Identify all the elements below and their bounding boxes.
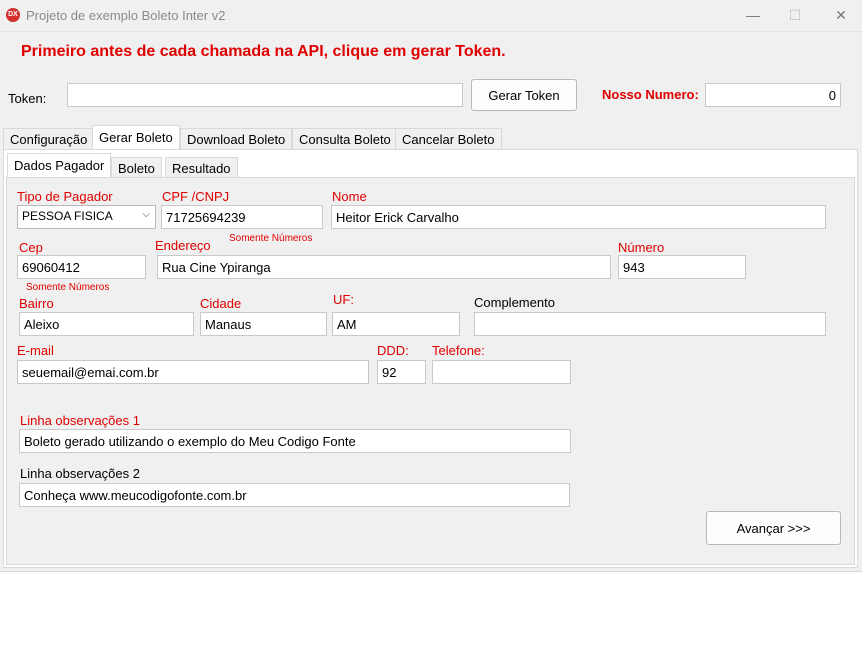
uf-input[interactable]	[332, 312, 460, 336]
cpf-cnpj-input[interactable]	[161, 205, 323, 229]
app-icon: DX	[6, 8, 20, 22]
tab-cancelar-boleto[interactable]: Cancelar Boleto	[395, 128, 502, 150]
tab-dados-pagador[interactable]: Dados Pagador	[7, 153, 112, 178]
instruction-text: Primeiro antes de cada chamada na API, c…	[21, 43, 506, 60]
endereco-input[interactable]	[157, 255, 611, 279]
tab-resultado[interactable]: Resultado	[165, 157, 238, 179]
obs1-input[interactable]	[19, 429, 571, 453]
cidade-label: Cidade	[200, 296, 242, 311]
uf-label: UF:	[333, 292, 354, 307]
cep-label: Cep	[19, 240, 43, 255]
complemento-label: Complemento	[474, 295, 555, 310]
obs1-label: Linha observações 1	[20, 413, 140, 428]
telefone-input[interactable]	[432, 360, 571, 384]
title-bar: DX Projeto de exemplo Boleto Inter v2 — …	[0, 0, 862, 32]
tab-configuracao[interactable]: Configuração	[3, 128, 95, 150]
tab-consulta-boleto[interactable]: Consulta Boleto	[292, 128, 398, 150]
token-input[interactable]	[67, 83, 463, 107]
tipo-pagador-select[interactable]: PESSOA FISICA ⌵	[17, 205, 156, 229]
tipo-pagador-value: PESSOA FISICA	[22, 209, 113, 223]
maximize-icon[interactable]: ☐	[780, 5, 810, 25]
email-label: E-mail	[17, 343, 54, 358]
close-icon[interactable]: ✕	[826, 5, 856, 25]
obs2-label: Linha observações 2	[20, 466, 140, 481]
gerar-token-button[interactable]: Gerar Token	[471, 79, 577, 111]
nosso-numero-input[interactable]	[705, 83, 841, 107]
nosso-numero-label: Nosso Numero:	[602, 87, 699, 102]
numero-label: Número	[618, 240, 665, 255]
complemento-input[interactable]	[474, 312, 826, 336]
avancar-button[interactable]: Avançar >>>	[706, 511, 841, 545]
status-area	[0, 571, 862, 645]
email-input[interactable]	[17, 360, 369, 384]
nome-label: Nome	[332, 189, 367, 204]
token-label: Token:	[8, 91, 47, 106]
numero-input[interactable]	[618, 255, 746, 279]
cep-hint: Somente Números	[26, 282, 110, 293]
minimize-icon[interactable]: —	[738, 5, 768, 25]
tipo-pagador-label: Tipo de Pagador	[17, 189, 113, 204]
bairro-label: Bairro	[19, 296, 54, 311]
bairro-input[interactable]	[19, 312, 194, 336]
tab-gerar-boleto[interactable]: Gerar Boleto	[92, 125, 180, 150]
cpf-cnpj-label: CPF /CNPJ	[162, 189, 230, 204]
endereco-label: Endereço	[155, 238, 211, 253]
cpf-hint: Somente Números	[229, 233, 313, 244]
chevron-down-icon: ⌵	[142, 209, 150, 220]
telefone-label: Telefone:	[432, 343, 485, 358]
ddd-input[interactable]	[377, 360, 426, 384]
ddd-label: DDD:	[377, 343, 409, 358]
cidade-input[interactable]	[200, 312, 327, 336]
obs2-input[interactable]	[19, 483, 570, 507]
window-title: Projeto de exemplo Boleto Inter v2	[26, 8, 226, 23]
tab-download-boleto[interactable]: Download Boleto	[180, 128, 293, 150]
cep-input[interactable]	[17, 255, 146, 279]
nome-input[interactable]	[331, 205, 826, 229]
tab-boleto[interactable]: Boleto	[111, 157, 162, 179]
